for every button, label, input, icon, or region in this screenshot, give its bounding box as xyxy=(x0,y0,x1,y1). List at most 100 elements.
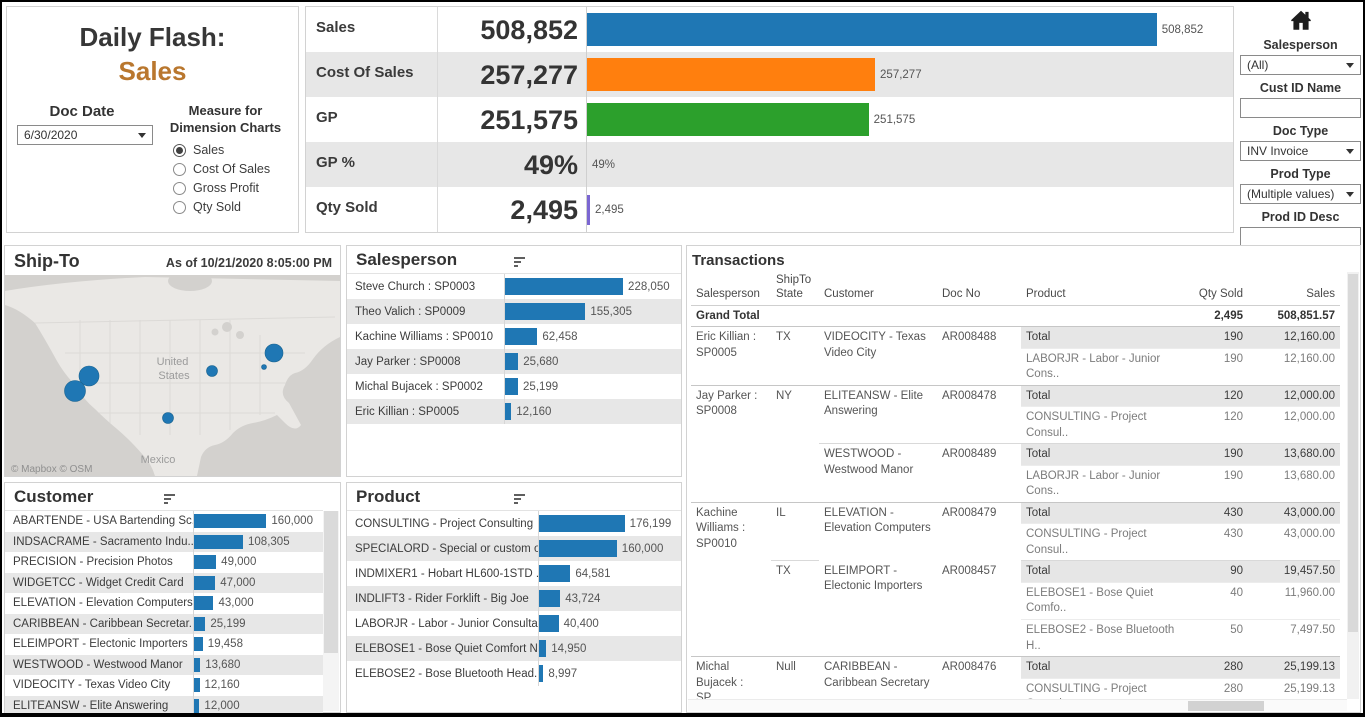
salesperson-cell[interactable]: Eric Killian : SP0005 xyxy=(691,327,771,386)
bar-mark[interactable] xyxy=(194,678,200,692)
salesperson-filter-dropdown[interactable]: (All) xyxy=(1240,55,1361,75)
product-cell[interactable]: ELEBOSE1 - Bose Quiet Comfo.. xyxy=(1021,582,1188,619)
customer-scrollbar-thumb[interactable] xyxy=(324,511,338,653)
kpi-bar[interactable] xyxy=(587,195,590,225)
transactions-horizontal-scrollbar[interactable] xyxy=(688,699,1347,711)
bar-mark[interactable] xyxy=(505,353,518,370)
sales-cell[interactable]: 13,680.00 xyxy=(1248,465,1340,502)
qty-sold-cell[interactable]: 280 xyxy=(1188,657,1248,679)
qty-sold-cell[interactable]: 50 xyxy=(1188,620,1248,657)
bar-mark[interactable] xyxy=(194,617,205,631)
shipto-state-cell[interactable]: TX xyxy=(771,561,819,657)
doc-no-cell[interactable]: AR008488 xyxy=(937,327,1021,386)
kpi-bar[interactable] xyxy=(587,13,1157,46)
bar-mark[interactable] xyxy=(505,378,518,395)
sales-cell[interactable]: 12,160.00 xyxy=(1248,348,1340,385)
qty-sold-cell[interactable]: 190 xyxy=(1188,444,1248,466)
sales-cell[interactable]: 12,000.00 xyxy=(1248,385,1340,407)
cust-id-input[interactable] xyxy=(1240,98,1361,118)
sort-descending-icon[interactable] xyxy=(514,494,527,505)
bar-mark[interactable] xyxy=(505,328,537,345)
sales-cell[interactable]: 7,497.50 xyxy=(1248,620,1340,657)
sort-descending-icon[interactable] xyxy=(164,494,177,505)
total-product-cell[interactable]: Total xyxy=(1021,385,1188,407)
shipto-state-cell[interactable]: IL xyxy=(771,502,819,561)
measure-radio-cost-of-sales[interactable]: Cost Of Sales xyxy=(173,162,292,176)
total-product-cell[interactable]: Total xyxy=(1021,657,1188,679)
sales-cell[interactable]: 12,160.00 xyxy=(1248,327,1340,349)
column-header-shipto-state[interactable]: ShipTo State xyxy=(771,271,819,305)
map-dot-mark[interactable] xyxy=(163,413,174,424)
shipto-state-cell[interactable]: TX xyxy=(771,327,819,386)
qty-sold-cell[interactable]: 190 xyxy=(1188,465,1248,502)
column-header-sales[interactable]: Sales xyxy=(1248,271,1340,305)
product-cell[interactable]: CONSULTING - Project Consul.. xyxy=(1021,524,1188,561)
bar-mark[interactable] xyxy=(505,403,511,420)
total-product-cell[interactable]: Total xyxy=(1021,561,1188,583)
qty-sold-cell[interactable]: 120 xyxy=(1188,407,1248,444)
measure-radio-sales[interactable]: Sales xyxy=(173,143,292,157)
column-header-qty-sold[interactable]: Qty Sold xyxy=(1188,271,1248,305)
customer-scrollbar[interactable] xyxy=(323,511,339,711)
bar-mark[interactable] xyxy=(194,535,243,549)
prod-id-input[interactable] xyxy=(1240,227,1361,247)
bar-mark[interactable] xyxy=(194,514,266,528)
bar-mark[interactable] xyxy=(194,658,200,672)
bar-mark[interactable] xyxy=(505,303,585,320)
qty-sold-cell[interactable]: 430 xyxy=(1188,502,1248,524)
column-header-doc-no[interactable]: Doc No xyxy=(937,271,1021,305)
map-dot-mark[interactable] xyxy=(207,366,218,377)
sales-cell[interactable]: 25,199.13 xyxy=(1248,657,1340,679)
qty-sold-cell[interactable]: 120 xyxy=(1188,385,1248,407)
shipto-state-cell[interactable]: NY xyxy=(771,385,819,502)
map-dot-mark[interactable] xyxy=(262,365,267,370)
map-dot-mark[interactable] xyxy=(65,381,86,402)
bar-mark[interactable] xyxy=(505,278,623,295)
home-button[interactable] xyxy=(1240,8,1361,32)
bar-mark[interactable] xyxy=(194,576,215,590)
sales-cell[interactable]: 43,000.00 xyxy=(1248,502,1340,524)
bar-mark[interactable] xyxy=(194,637,203,651)
bar-mark[interactable] xyxy=(539,590,560,607)
doc-no-cell[interactable]: AR008478 xyxy=(937,385,1021,444)
qty-sold-cell[interactable]: 190 xyxy=(1188,327,1248,349)
grand-total-label[interactable]: Grand Total xyxy=(691,305,1188,327)
product-cell[interactable]: CONSULTING - Project Consul.. xyxy=(1021,407,1188,444)
qty-sold-cell[interactable]: 90 xyxy=(1188,561,1248,583)
bar-mark[interactable] xyxy=(194,555,216,569)
qty-sold-cell[interactable]: 190 xyxy=(1188,348,1248,385)
bar-mark[interactable] xyxy=(194,596,213,610)
doc-no-cell[interactable]: AR008479 xyxy=(937,502,1021,561)
bar-mark[interactable] xyxy=(539,640,546,657)
column-header-salesperson[interactable]: Salesperson xyxy=(691,271,771,305)
customer-cell[interactable]: ELEVATION - Elevation Computers xyxy=(819,502,937,561)
product-cell[interactable]: LABORJR - Labor - Junior Cons.. xyxy=(1021,348,1188,385)
measure-radio-qty-sold[interactable]: Qty Sold xyxy=(173,200,292,214)
kpi-bar[interactable] xyxy=(587,103,869,136)
qty-sold-cell[interactable]: 430 xyxy=(1188,524,1248,561)
product-cell[interactable]: ELEBOSE2 - Bose Bluetooth H.. xyxy=(1021,620,1188,657)
bar-mark[interactable] xyxy=(539,615,559,632)
sales-cell[interactable]: 19,457.50 xyxy=(1248,561,1340,583)
total-product-cell[interactable]: Total xyxy=(1021,327,1188,349)
bar-mark[interactable] xyxy=(539,515,625,532)
customer-cell[interactable]: ELEIMPORT - Electonic Importers xyxy=(819,561,937,657)
customer-cell[interactable]: WESTWOOD - Westwood Manor xyxy=(819,444,937,503)
product-cell[interactable]: LABORJR - Labor - Junior Cons.. xyxy=(1021,465,1188,502)
column-header-product[interactable]: Product xyxy=(1021,271,1188,305)
prod-type-dropdown[interactable]: (Multiple values) xyxy=(1240,184,1361,204)
customer-cell[interactable]: ELITEANSW - Elite Answering xyxy=(819,385,937,444)
kpi-bar[interactable] xyxy=(587,58,875,91)
total-product-cell[interactable]: Total xyxy=(1021,502,1188,524)
salesperson-cell[interactable]: Jay Parker : SP0008 xyxy=(691,385,771,502)
ship-to-map[interactable]: United States Mexico © Mapbox © OSM xyxy=(5,275,340,476)
bar-mark[interactable] xyxy=(539,565,570,582)
salesperson-cell[interactable]: Kachine Williams : SP0010 xyxy=(691,502,771,656)
bar-mark[interactable] xyxy=(539,540,617,557)
doc-no-cell[interactable]: AR008457 xyxy=(937,561,1021,657)
doc-date-dropdown[interactable]: 6/30/2020 xyxy=(17,125,153,145)
qty-sold-cell[interactable]: 40 xyxy=(1188,582,1248,619)
bar-mark[interactable] xyxy=(194,699,199,713)
column-header-customer[interactable]: Customer xyxy=(819,271,937,305)
measure-radio-gross-profit[interactable]: Gross Profit xyxy=(173,181,292,195)
